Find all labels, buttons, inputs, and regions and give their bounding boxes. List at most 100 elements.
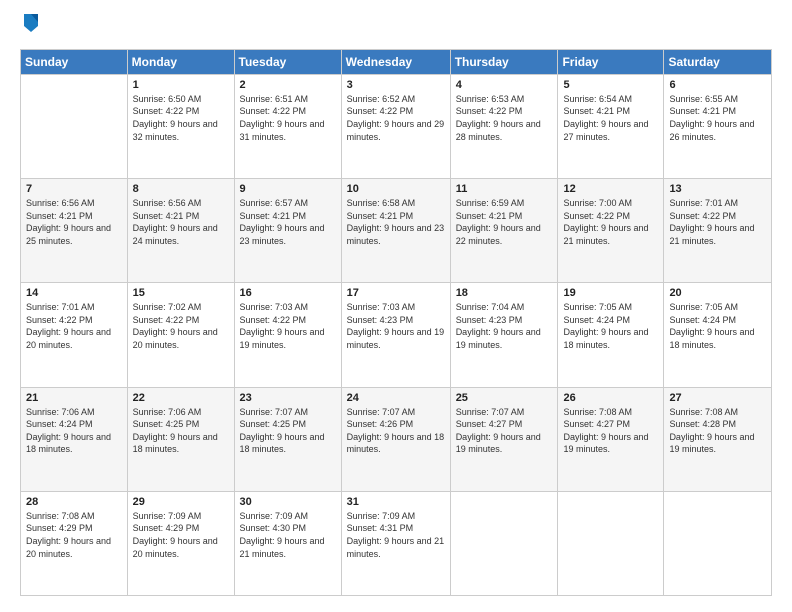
day-number: 10 <box>347 183 445 195</box>
calendar-cell <box>558 491 664 595</box>
weekday-header-tuesday: Tuesday <box>234 49 341 74</box>
day-info: Sunrise: 7:08 AMSunset: 4:29 PMDaylight:… <box>26 510 122 560</box>
day-number: 24 <box>347 392 445 404</box>
calendar-cell: 10 Sunrise: 6:58 AMSunset: 4:21 PMDayligh… <box>341 179 450 283</box>
calendar-week-4: 21Sunrise: 7:06 AMSunset: 4:24 PMDayligh… <box>21 387 772 491</box>
calendar-cell: 20 Sunrise: 7:05 AMSunset: 4:24 PMDayligh… <box>664 283 772 387</box>
day-number: 4 <box>456 79 553 91</box>
weekday-header-saturday: Saturday <box>664 49 772 74</box>
weekday-header-thursday: Thursday <box>450 49 558 74</box>
day-info: Sunrise: 7:09 AMSunset: 4:29 PMDaylight:… <box>133 510 229 560</box>
day-number: 8 <box>133 183 229 195</box>
day-number: 30 <box>240 496 336 508</box>
calendar-cell: 14 Sunrise: 7:01 AMSunset: 4:22 PMDayligh… <box>21 283 128 387</box>
calendar-cell: 26 Sunrise: 7:08 AMSunset: 4:27 PMDayligh… <box>558 387 664 491</box>
weekday-header-friday: Friday <box>558 49 664 74</box>
day-info: Sunrise: 7:04 AMSunset: 4:23 PMDaylight:… <box>456 301 553 351</box>
day-number: 27 <box>669 392 766 404</box>
calendar-week-3: 14 Sunrise: 7:01 AMSunset: 4:22 PMDayligh… <box>21 283 772 387</box>
calendar-cell: 28 Sunrise: 7:08 AMSunset: 4:29 PMDayligh… <box>21 491 128 595</box>
logo-text <box>20 16 40 39</box>
day-number: 11 <box>456 183 553 195</box>
header <box>20 16 772 39</box>
calendar-cell: 22 Sunrise: 7:06 AMSunset: 4:25 PMDayligh… <box>127 387 234 491</box>
calendar-week-5: 28 Sunrise: 7:08 AMSunset: 4:29 PMDayligh… <box>21 491 772 595</box>
calendar-cell: 6Sunrise: 6:55 AMSunset: 4:21 PMDaylight… <box>664 74 772 178</box>
day-info: Sunrise: 7:02 AMSunset: 4:22 PMDaylight:… <box>133 301 229 351</box>
day-number: 17 <box>347 287 445 299</box>
day-number: 28 <box>26 496 122 508</box>
weekday-header-row: SundayMondayTuesdayWednesdayThursdayFrid… <box>21 49 772 74</box>
day-info: Sunrise: 7:00 AMSunset: 4:22 PMDaylight:… <box>563 197 658 247</box>
calendar-cell <box>450 491 558 595</box>
calendar-cell: 27 Sunrise: 7:08 AMSunset: 4:28 PMDayligh… <box>664 387 772 491</box>
day-number: 7 <box>26 183 122 195</box>
weekday-header-sunday: Sunday <box>21 49 128 74</box>
logo <box>20 16 40 39</box>
day-number: 29 <box>133 496 229 508</box>
day-number: 22 <box>133 392 229 404</box>
calendar-cell: 11 Sunrise: 6:59 AMSunset: 4:21 PMDayligh… <box>450 179 558 283</box>
day-info: Sunrise: 6:56 AMSunset: 4:21 PMDaylight:… <box>133 197 229 247</box>
weekday-header-monday: Monday <box>127 49 234 74</box>
day-number: 23 <box>240 392 336 404</box>
day-number: 2 <box>240 79 336 91</box>
day-info: Sunrise: 6:58 AMSunset: 4:21 PMDaylight:… <box>347 197 445 247</box>
calendar-cell: 24 Sunrise: 7:07 AMSunset: 4:26 PMDayligh… <box>341 387 450 491</box>
calendar-cell: 25Sunrise: 7:07 AMSunset: 4:27 PMDayligh… <box>450 387 558 491</box>
day-info: Sunrise: 7:09 AMSunset: 4:31 PMDaylight:… <box>347 510 445 560</box>
day-number: 5 <box>563 79 658 91</box>
calendar-cell: 12Sunrise: 7:00 AMSunset: 4:22 PMDayligh… <box>558 179 664 283</box>
day-info: Sunrise: 7:09 AMSunset: 4:30 PMDaylight:… <box>240 510 336 560</box>
calendar-cell: 21Sunrise: 7:06 AMSunset: 4:24 PMDayligh… <box>21 387 128 491</box>
page: SundayMondayTuesdayWednesdayThursdayFrid… <box>0 0 792 612</box>
weekday-header-wednesday: Wednesday <box>341 49 450 74</box>
day-info: Sunrise: 6:59 AMSunset: 4:21 PMDaylight:… <box>456 197 553 247</box>
calendar-cell: 4 Sunrise: 6:53 AMSunset: 4:22 PMDaylight… <box>450 74 558 178</box>
day-info: Sunrise: 7:01 AMSunset: 4:22 PMDaylight:… <box>26 301 122 351</box>
day-info: Sunrise: 6:51 AMSunset: 4:22 PMDaylight:… <box>240 93 336 143</box>
day-info: Sunrise: 6:53 AMSunset: 4:22 PMDaylight:… <box>456 93 553 143</box>
day-number: 18 <box>456 287 553 299</box>
day-info: Sunrise: 7:05 AMSunset: 4:24 PMDaylight:… <box>563 301 658 351</box>
day-number: 31 <box>347 496 445 508</box>
calendar-cell: 19Sunrise: 7:05 AMSunset: 4:24 PMDayligh… <box>558 283 664 387</box>
calendar-cell: 31 Sunrise: 7:09 AMSunset: 4:31 PMDayligh… <box>341 491 450 595</box>
calendar-cell <box>664 491 772 595</box>
day-number: 16 <box>240 287 336 299</box>
calendar-cell: 15Sunrise: 7:02 AMSunset: 4:22 PMDayligh… <box>127 283 234 387</box>
calendar-cell: 5 Sunrise: 6:54 AMSunset: 4:21 PMDaylight… <box>558 74 664 178</box>
calendar-cell <box>21 74 128 178</box>
calendar-week-1: 1 Sunrise: 6:50 AMSunset: 4:22 PMDaylight… <box>21 74 772 178</box>
calendar-cell: 17 Sunrise: 7:03 AMSunset: 4:23 PMDayligh… <box>341 283 450 387</box>
day-info: Sunrise: 7:05 AMSunset: 4:24 PMDaylight:… <box>669 301 766 351</box>
day-info: Sunrise: 6:50 AMSunset: 4:22 PMDaylight:… <box>133 93 229 143</box>
day-number: 1 <box>133 79 229 91</box>
day-number: 26 <box>563 392 658 404</box>
day-info: Sunrise: 7:06 AMSunset: 4:25 PMDaylight:… <box>133 406 229 456</box>
calendar-cell: 9Sunrise: 6:57 AMSunset: 4:21 PMDaylight… <box>234 179 341 283</box>
day-number: 14 <box>26 287 122 299</box>
calendar-cell: 30 Sunrise: 7:09 AMSunset: 4:30 PMDayligh… <box>234 491 341 595</box>
calendar-cell: 18 Sunrise: 7:04 AMSunset: 4:23 PMDayligh… <box>450 283 558 387</box>
day-info: Sunrise: 7:08 AMSunset: 4:27 PMDaylight:… <box>563 406 658 456</box>
calendar-cell: 1 Sunrise: 6:50 AMSunset: 4:22 PMDaylight… <box>127 74 234 178</box>
day-info: Sunrise: 7:01 AMSunset: 4:22 PMDaylight:… <box>669 197 766 247</box>
day-info: Sunrise: 7:07 AMSunset: 4:26 PMDaylight:… <box>347 406 445 456</box>
calendar-cell: 13Sunrise: 7:01 AMSunset: 4:22 PMDayligh… <box>664 179 772 283</box>
day-info: Sunrise: 6:57 AMSunset: 4:21 PMDaylight:… <box>240 197 336 247</box>
day-info: Sunrise: 7:03 AMSunset: 4:22 PMDaylight:… <box>240 301 336 351</box>
calendar-cell: 7Sunrise: 6:56 AMSunset: 4:21 PMDaylight… <box>21 179 128 283</box>
calendar-cell: 2 Sunrise: 6:51 AMSunset: 4:22 PMDaylight… <box>234 74 341 178</box>
day-info: Sunrise: 7:03 AMSunset: 4:23 PMDaylight:… <box>347 301 445 351</box>
day-info: Sunrise: 7:07 AMSunset: 4:25 PMDaylight:… <box>240 406 336 456</box>
day-info: Sunrise: 6:54 AMSunset: 4:21 PMDaylight:… <box>563 93 658 143</box>
calendar-week-2: 7 Sunrise: 6:56 AMSunset: 4:21 PMDaylight… <box>21 179 772 283</box>
day-number: 21 <box>26 392 122 404</box>
day-number: 20 <box>669 287 766 299</box>
day-info: Sunrise: 6:55 AMSunset: 4:21 PMDaylight:… <box>669 93 766 143</box>
day-info: Sunrise: 6:52 AMSunset: 4:22 PMDaylight:… <box>347 93 445 143</box>
calendar-cell: 23 Sunrise: 7:07 AMSunset: 4:25 PMDayligh… <box>234 387 341 491</box>
day-info: Sunrise: 7:08 AMSunset: 4:28 PMDaylight:… <box>669 406 766 456</box>
calendar-cell: 29 Sunrise: 7:09 AMSunset: 4:29 PMDayligh… <box>127 491 234 595</box>
